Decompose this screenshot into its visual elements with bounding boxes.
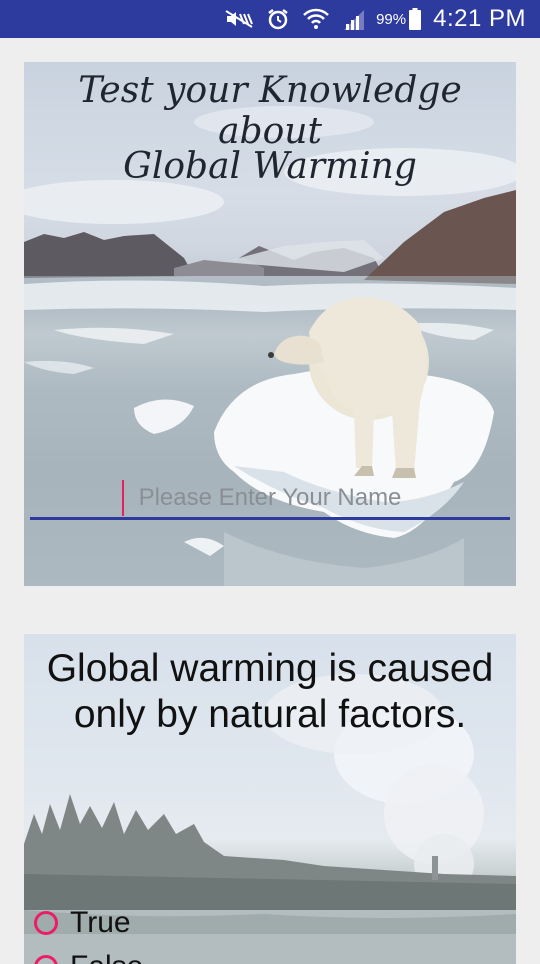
- battery-percent: 99%: [376, 10, 407, 28]
- quiz-title-line1: Test your Knowledge about: [78, 70, 462, 152]
- clock: 4:21 PM: [433, 5, 526, 32]
- option-label-false: False: [70, 950, 143, 964]
- status-bar: 99% 4:21 PM: [0, 0, 540, 38]
- mute-icon: [224, 9, 254, 29]
- option-true[interactable]: True: [34, 906, 131, 940]
- name-input[interactable]: [30, 478, 510, 520]
- radio-button-true[interactable]: [34, 911, 58, 935]
- question-text: Global warming is caused only by natural…: [46, 647, 494, 736]
- question-card: Global warming is caused only by natural…: [24, 634, 516, 964]
- signal-icon: [342, 8, 366, 30]
- text-cursor: [122, 480, 124, 516]
- battery-icon: [409, 8, 422, 30]
- quiz-title-line2: Global Warming: [123, 146, 417, 187]
- alarm-icon: [266, 7, 290, 31]
- option-false[interactable]: False: [34, 950, 143, 964]
- wifi-icon: [302, 7, 330, 31]
- intro-card: Test your Knowledge about Global Warming: [24, 62, 516, 586]
- option-label-true: True: [70, 906, 131, 939]
